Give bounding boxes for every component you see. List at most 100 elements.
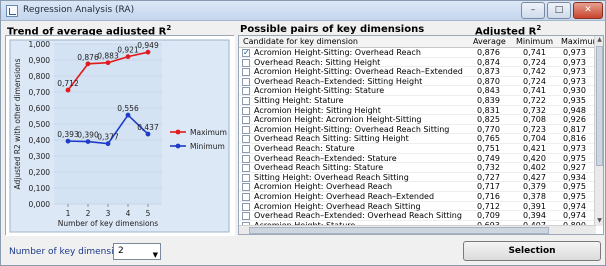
cell-candidate: Overhead Reach–Extended: Sitting Height — [254, 76, 423, 86]
vertical-scrollbar[interactable]: ▲ ▼ — [594, 36, 603, 226]
cell-candidate: Acromion Height: Overhead Reach Sitting — [254, 201, 421, 211]
cell-maximum: 0,973 — [563, 57, 586, 67]
table-row[interactable]: Overhead Reach–Extended: Sitting Height 0… — [239, 77, 595, 87]
cell-maximum: 0,973 — [563, 143, 586, 153]
data-label: 0,393 — [57, 130, 79, 139]
header-minimum[interactable]: Minimum — [516, 37, 553, 46]
cell-average: 0,717 — [477, 182, 500, 192]
title-bar: Regression Analysis (RA) – □ ✕ — [1, 1, 605, 21]
num-key-dimensions-select[interactable]: 2 ▼ — [113, 243, 161, 260]
row-checkbox[interactable] — [242, 135, 250, 144]
y-tick-label: 0,200 — [29, 168, 51, 177]
cell-maximum: 0,975 — [563, 191, 586, 201]
cell-minimum: 0,420 — [523, 153, 546, 163]
cell-candidate: Overhead Reach Sitting: Sitting Height — [254, 134, 409, 144]
header-average[interactable]: Average — [473, 37, 506, 46]
row-checkbox[interactable] — [242, 202, 250, 211]
row-checkbox[interactable] — [242, 154, 250, 163]
row-checkbox[interactable] — [242, 192, 250, 201]
scroll-thumb[interactable] — [596, 46, 603, 166]
chevron-down-icon[interactable]: ▼ — [153, 248, 158, 263]
row-checkbox[interactable] — [242, 164, 250, 173]
scroll-up-icon[interactable]: ▲ — [595, 36, 603, 45]
pairs-section-title: Possible pairs of key dimensions — [240, 24, 425, 35]
cell-candidate: Acromion Height-Sitting: Overhead Reach — [254, 48, 421, 57]
cell-average: 0,716 — [477, 191, 500, 201]
table-row[interactable]: Acromion Height-Sitting: Stature 0,843 0,7… — [239, 86, 595, 96]
pairs-table[interactable]: Candidate for key dimension Average Mini… — [238, 35, 604, 235]
cell-average: 0,709 — [477, 211, 500, 221]
y-axis-label: Adjusted R2 with other dimensions — [13, 58, 22, 189]
row-checkbox[interactable] — [242, 96, 250, 105]
cell-candidate: Acromion Height-Sitting: Overhead Reach … — [254, 124, 450, 134]
cell-minimum: 0,427 — [523, 172, 546, 182]
table-row[interactable]: Overhead Reach Sitting: Stature 0,732 0,40… — [239, 163, 595, 173]
table-row[interactable]: Overhead Reach–Extended: Overhead Reach … — [239, 211, 595, 221]
row-checkbox[interactable] — [242, 144, 250, 153]
table-rows: Acromion Height-Sitting: Overhead Reach 0… — [239, 48, 595, 234]
table-row[interactable]: Acromion Height: Sitting Height 0,831 0,73… — [239, 106, 595, 116]
series-point-minimum — [145, 131, 151, 137]
table-row[interactable]: Acromion Height: Overhead Reach 0,717 0,37… — [239, 182, 595, 192]
cell-maximum: 0,974 — [563, 211, 586, 221]
table-row[interactable]: Acromion Height-Sitting: Overhead Reach … — [239, 125, 595, 135]
table-row[interactable]: Acromion Height: Overhead Reach Sitting 0… — [239, 202, 595, 212]
table-header: Candidate for key dimension Average Mini… — [239, 36, 600, 48]
table-row[interactable]: Acromion Height-Sitting: Overhead Reach 0… — [239, 48, 595, 58]
close-button[interactable]: ✕ — [573, 2, 603, 19]
x-tick-label: 3 — [106, 209, 111, 218]
cell-average: 0,831 — [477, 105, 500, 115]
row-checkbox[interactable] — [242, 77, 250, 86]
cell-average: 0,765 — [477, 134, 500, 144]
cell-candidate: Acromion Height-Sitting: Overhead Reach–… — [254, 67, 463, 77]
row-checkbox[interactable] — [242, 173, 250, 182]
row-checkbox[interactable] — [242, 68, 250, 77]
table-row[interactable]: Overhead Reach Sitting: Sitting Height 0,… — [239, 134, 595, 144]
table-row[interactable]: Overhead Reach–Extended: Stature 0,749 0,4… — [239, 154, 595, 164]
cell-maximum: 0,975 — [563, 182, 586, 192]
hscroll-thumb[interactable] — [249, 227, 549, 234]
maximize-button[interactable]: □ — [547, 2, 571, 19]
cell-minimum: 0,378 — [523, 191, 546, 201]
cell-minimum: 0,394 — [523, 211, 546, 221]
row-checkbox[interactable] — [242, 48, 250, 57]
data-label: 0,876 — [77, 53, 99, 62]
cell-average: 0,876 — [477, 48, 500, 57]
cell-minimum: 0,708 — [523, 115, 546, 125]
cell-maximum: 0,935 — [563, 95, 586, 105]
row-checkbox[interactable] — [242, 58, 250, 67]
cell-minimum: 0,722 — [523, 95, 546, 105]
table-row[interactable]: Acromion Height: Overhead Reach–Extended… — [239, 192, 595, 202]
cell-maximum: 0,816 — [563, 134, 586, 144]
table-row[interactable]: Overhead Reach: Stature 0,751 0,421 0,973 — [239, 144, 595, 154]
header-candidate[interactable]: Candidate for key dimension — [243, 37, 358, 46]
selection-button[interactable]: Selection — [463, 241, 601, 261]
table-row[interactable]: Sitting Height: Overhead Reach Sitting 0,… — [239, 173, 595, 183]
table-row[interactable]: Acromion Height-Sitting: Overhead Reach–… — [239, 67, 595, 77]
scroll-down-icon[interactable]: ▼ — [595, 217, 603, 226]
minimize-button[interactable]: – — [521, 2, 545, 19]
x-tick-label: 2 — [86, 209, 91, 218]
cell-maximum: 0,948 — [563, 105, 586, 115]
row-checkbox[interactable] — [242, 87, 250, 96]
y-tick-label: 0,500 — [29, 120, 51, 129]
row-checkbox[interactable] — [242, 106, 250, 115]
y-tick-label: 0,100 — [29, 184, 51, 193]
cell-minimum: 0,732 — [523, 105, 546, 115]
data-label: 0,556 — [117, 104, 139, 113]
row-checkbox[interactable] — [242, 116, 250, 125]
cell-minimum: 0,402 — [523, 163, 546, 173]
data-label: 0,949 — [137, 41, 159, 50]
cell-maximum: 0,975 — [563, 153, 586, 163]
y-tick-label: 0,000 — [29, 200, 51, 209]
row-checkbox[interactable] — [242, 183, 250, 192]
row-checkbox[interactable] — [242, 125, 250, 134]
table-row[interactable]: Acromion Height: Acromion Height-Sitting… — [239, 115, 595, 125]
table-row[interactable]: Sitting Height: Stature 0,839 0,722 0,935 — [239, 96, 595, 106]
row-checkbox[interactable] — [242, 212, 250, 221]
series-point-minimum — [105, 141, 111, 147]
cell-average: 0,749 — [477, 153, 500, 163]
app-icon — [6, 5, 18, 17]
table-row[interactable]: Overhead Reach: Sitting Height 0,874 0,724… — [239, 58, 595, 68]
horizontal-scrollbar[interactable] — [239, 225, 596, 234]
